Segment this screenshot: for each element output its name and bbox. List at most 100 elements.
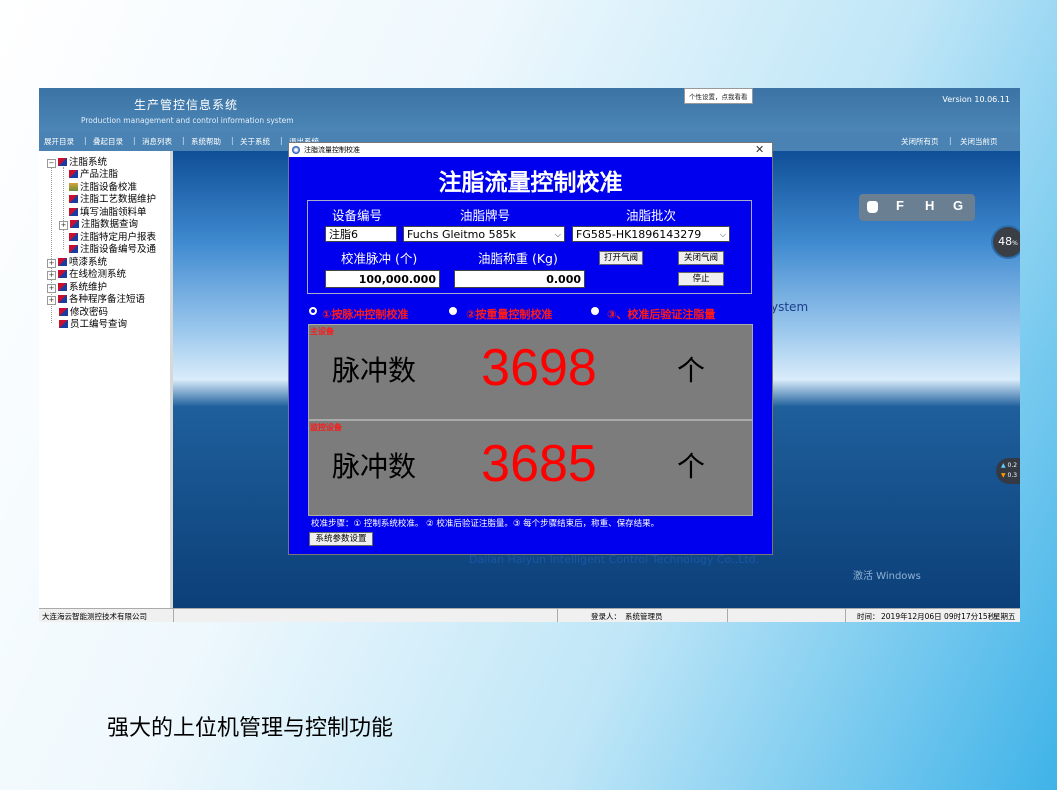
mode-label-verify[interactable]: ③、校准后验证注脂量 xyxy=(607,306,715,322)
tree-item[interactable]: 员工编号查询 xyxy=(59,316,127,330)
grease-batch-label: 油脂批次 xyxy=(626,208,677,223)
collapse-icon[interactable]: − xyxy=(47,159,56,168)
chevron-down-icon: ⌵ xyxy=(719,230,726,239)
monitor-pulse-unit: 个 xyxy=(677,450,706,483)
dialog-window-title: 注脂流量控制校准 xyxy=(304,146,360,154)
mode-label-weight[interactable]: ②按重量控制校准 xyxy=(466,306,552,322)
module-icon xyxy=(69,233,78,241)
version-label: Version 10.06.11 xyxy=(942,95,1010,104)
status-login-user: 系统管理员 xyxy=(625,612,663,621)
monitor-device-panel: 监控设备 脉冲数 3685 个 xyxy=(308,420,753,516)
menu-about[interactable]: 关于系统 xyxy=(240,136,270,147)
module-icon xyxy=(69,208,78,216)
menu-collapse[interactable]: 叠起目录 xyxy=(93,136,123,147)
status-divider xyxy=(845,609,846,622)
chevron-down-icon: ⌵ xyxy=(554,230,561,239)
app-icon xyxy=(292,146,300,154)
activate-windows-text: 激活 Windows xyxy=(853,571,921,582)
close-valve-button[interactable]: 关闭气阀 xyxy=(678,251,724,265)
tree-item[interactable]: + 各种程序备注短语 xyxy=(47,291,145,305)
network-speed-widget[interactable]: ▲ 0.2 ▼ 0.3 xyxy=(996,458,1020,484)
expand-icon[interactable]: + xyxy=(47,296,56,305)
app-header: 生产管控信息系统 Production management and contr… xyxy=(39,88,1020,132)
status-bar: 大连海云智能测控技术有限公司 登录人： 系统管理员 时间： 2019年12月06… xyxy=(39,608,1020,622)
tree-item[interactable]: 产品注脂 xyxy=(69,166,118,180)
module-icon xyxy=(58,270,67,278)
tree-item[interactable]: 注脂设备编号及通 xyxy=(69,241,156,255)
nav-tree: − 注脂系统 产品注脂 注脂设备校准 注脂工艺数据维护 填写油脂领料单 + 注脂数据… xyxy=(39,151,171,608)
app-subtitle: Production management and control inform… xyxy=(81,116,294,125)
g-button[interactable]: G xyxy=(953,198,963,213)
menu-separator: | xyxy=(84,136,87,145)
open-valve-button[interactable]: 打开气阀 xyxy=(599,251,643,265)
module-icon xyxy=(59,308,68,316)
up-arrow-icon: ▲ xyxy=(1001,462,1006,469)
menu-separator: | xyxy=(280,136,283,145)
stop-button[interactable]: 停止 xyxy=(678,272,724,286)
device-no-field[interactable]: 注脂6 xyxy=(325,226,397,242)
dialog-titlebar[interactable]: 注脂流量控制校准 ✕ xyxy=(289,143,772,157)
calibration-form: 设备编号 油脂牌号 油脂批次 注脂6 Fuchs Gleitmo 585k ⌵ F… xyxy=(307,200,752,294)
mode-radio-weight[interactable] xyxy=(449,307,457,315)
monitor-pulse-key: 脉冲数 xyxy=(332,450,417,483)
module-icon xyxy=(58,158,67,166)
weight-field[interactable]: 0.000 xyxy=(454,270,585,288)
status-divider xyxy=(557,609,558,622)
module-icon xyxy=(58,258,67,266)
mode-label-pulse[interactable]: ①按脉冲控制校准 xyxy=(322,306,408,322)
weight-label: 油脂称重 (Kg) xyxy=(478,251,558,266)
tree-item[interactable]: 注脂工艺数据维护 xyxy=(69,191,156,205)
system-params-button[interactable]: 系统参数设置 xyxy=(309,532,373,546)
expand-icon[interactable]: + xyxy=(59,221,68,230)
pulse-field[interactable]: 100,000.000 xyxy=(325,270,440,288)
menu-messages[interactable]: 消息列表 xyxy=(142,136,172,147)
grease-batch-select[interactable]: FG585-HK1896143279 ⌵ xyxy=(572,226,730,242)
module-icon xyxy=(58,283,67,291)
status-divider xyxy=(727,609,728,622)
slide-caption: 强大的上位机管理与控制功能 xyxy=(107,716,394,741)
image-icon xyxy=(69,183,78,191)
mode-radio-pulse[interactable] xyxy=(309,307,317,315)
menu-separator: | xyxy=(949,136,952,145)
down-arrow-icon: ▼ xyxy=(1001,472,1006,479)
status-time-value: 2019年12月06日 09时17分15秒 xyxy=(881,612,996,621)
download-speed: ▼ 0.3 xyxy=(1001,472,1018,479)
status-weekday: 星期五 xyxy=(993,612,1016,621)
menu-help[interactable]: 系统帮助 xyxy=(191,136,221,147)
module-icon xyxy=(59,320,68,328)
fhg-toolbar: F H G xyxy=(859,194,975,221)
menu-close-all[interactable]: 关闭所有页 xyxy=(901,136,939,147)
mode-radio-verify[interactable] xyxy=(591,307,599,315)
menu-separator: | xyxy=(133,136,136,145)
module-icon xyxy=(69,170,78,178)
monitor-pulse-value: 3685 xyxy=(481,435,597,493)
monitor-device-label: 监控设备 xyxy=(310,423,342,432)
f-button[interactable]: F xyxy=(896,198,904,213)
grease-brand-select[interactable]: Fuchs Gleitmo 585k ⌵ xyxy=(403,226,565,242)
status-time-label: 时间： xyxy=(857,612,880,621)
h-button[interactable]: H xyxy=(925,198,934,213)
module-icon xyxy=(69,245,78,253)
pulse-label: 校准脉冲 (个) xyxy=(341,251,418,266)
glove-icon xyxy=(867,201,878,213)
main-pulse-unit: 个 xyxy=(677,354,706,387)
tree-item[interactable]: + 注脂数据查询 xyxy=(59,216,138,230)
tree-item[interactable]: + 在线检测系统 xyxy=(47,266,126,280)
desktop-system-text: ystem xyxy=(771,300,809,314)
module-icon xyxy=(69,195,78,203)
calibration-steps: 校准步骤：① 控制系统校准。 ② 校准后验证注脂量。③ 每个步骤结束后，称重、保… xyxy=(311,519,660,529)
menu-close-current[interactable]: 关闭当前页 xyxy=(960,136,998,147)
main-device-label: 主设备 xyxy=(310,327,334,336)
close-icon[interactable]: ✕ xyxy=(755,143,764,156)
main-pulse-key: 脉冲数 xyxy=(332,354,417,387)
status-divider xyxy=(173,609,174,622)
menu-expand[interactable]: 展开目录 xyxy=(44,136,74,147)
usage-gauge[interactable]: 48% xyxy=(991,225,1020,259)
tree-connector xyxy=(63,167,64,249)
calibration-dialog: 注脂流量控制校准 ✕ 注脂流量控制校准 设备编号 油脂牌号 油脂批次 注脂6 F… xyxy=(288,142,773,555)
menu-separator: | xyxy=(231,136,234,145)
status-login-label: 登录人： xyxy=(591,612,621,621)
personalize-tooltip[interactable]: 个性设置，点我看看 xyxy=(684,88,753,104)
app-title: 生产管控信息系统 xyxy=(134,98,239,112)
module-icon xyxy=(70,220,79,228)
